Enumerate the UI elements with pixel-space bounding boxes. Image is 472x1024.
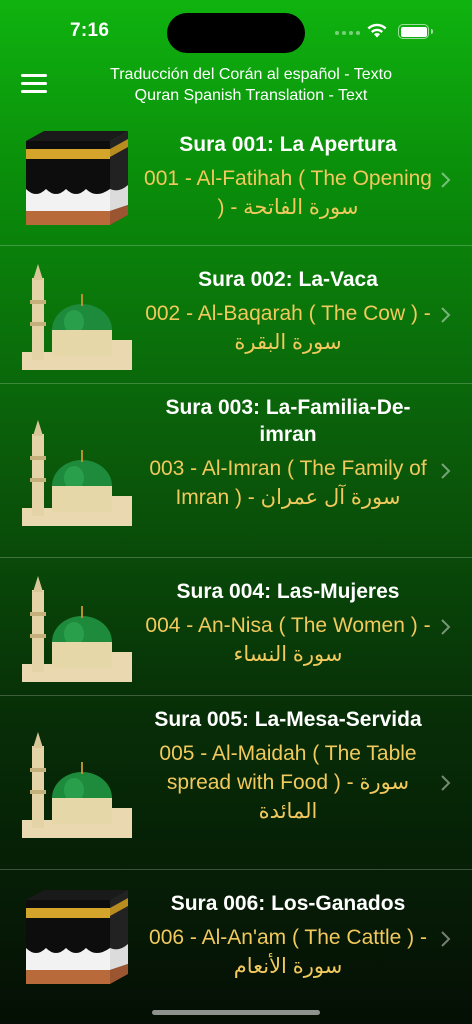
mosque-dome-icon	[22, 420, 132, 526]
menu-button[interactable]	[21, 72, 47, 94]
chevron-right-icon	[441, 619, 451, 635]
chevron-right-icon	[441, 307, 451, 323]
chevron-right-icon	[441, 172, 451, 188]
surah-row-1[interactable]: Sura 001: La Apertura 001 - Al-Fatihah (…	[0, 113, 472, 246]
mosque-dome-icon	[22, 264, 132, 370]
chevron-right-icon	[441, 775, 451, 791]
surah-subtitle: 002 - Al-Baqarah ( The Cow ) - سورة البق…	[145, 302, 431, 354]
chevron-right-icon	[441, 931, 451, 947]
surah-title: Sura 006: Los-Ganados	[170, 892, 406, 915]
surah-subtitle: 004 - An-Nisa ( The Women ) - سورة النسا…	[145, 614, 431, 666]
page-title: Traducción del Corán al español - Texto …	[62, 64, 440, 106]
kaaba-icon	[26, 890, 128, 984]
hamburger-icon	[21, 74, 47, 77]
home-indicator[interactable]	[152, 1010, 320, 1015]
page-title-line-1: Traducción del Corán al español - Texto	[110, 66, 392, 83]
surah-row-6[interactable]: Sura 006: Los-Ganados 006 - Al-An'am ( T…	[0, 870, 472, 1008]
mosque-dome-icon	[22, 732, 132, 838]
surah-subtitle: 005 - Al-Maidah ( The Table spread with …	[159, 742, 417, 823]
surah-row-3[interactable]: Sura 003: La-Familia-De-imran 003 - Al-I…	[0, 384, 472, 558]
surah-row-5[interactable]: Sura 005: La-Mesa-Servida 005 - Al-Maida…	[0, 696, 472, 870]
page-title-line-2: Quran Spanish Translation - Text	[134, 87, 368, 104]
surah-subtitle: 006 - Al-An'am ( The Cattle ) - سورة الأ…	[149, 926, 427, 978]
dynamic-island	[167, 13, 305, 53]
status-time: 7:16	[70, 20, 110, 41]
mosque-dome-icon	[22, 576, 132, 682]
cellular-signal-icon	[335, 31, 360, 35]
navigation-bar: Traducción del Corán al español - Texto …	[0, 60, 472, 110]
surah-row-4[interactable]: Sura 004: Las-Mujeres 004 - An-Nisa ( Th…	[0, 558, 472, 696]
kaaba-icon	[26, 131, 128, 225]
surah-subtitle: 001 - Al-Fatihah ( The Opening ) - سورة …	[144, 167, 432, 219]
surah-subtitle: 003 - Al-Imran ( The Family of Imran ) -…	[149, 457, 427, 509]
surah-title: Sura 002: La-Vaca	[198, 268, 378, 291]
status-bar: 7:16	[0, 0, 472, 60]
surah-title: Sura 005: La-Mesa-Servida	[154, 708, 422, 731]
surah-title: Sura 003: La-Familia-De-imran	[165, 396, 411, 446]
wifi-icon	[367, 23, 387, 38]
battery-icon	[398, 24, 433, 39]
surah-title: Sura 004: Las-Mujeres	[176, 580, 400, 603]
surah-list: Sura 001: La Apertura 001 - Al-Fatihah (…	[0, 113, 472, 1008]
surah-title: Sura 001: La Apertura	[179, 133, 397, 156]
surah-row-2[interactable]: Sura 002: La-Vaca 002 - Al-Baqarah ( The…	[0, 246, 472, 384]
chevron-right-icon	[441, 463, 451, 479]
